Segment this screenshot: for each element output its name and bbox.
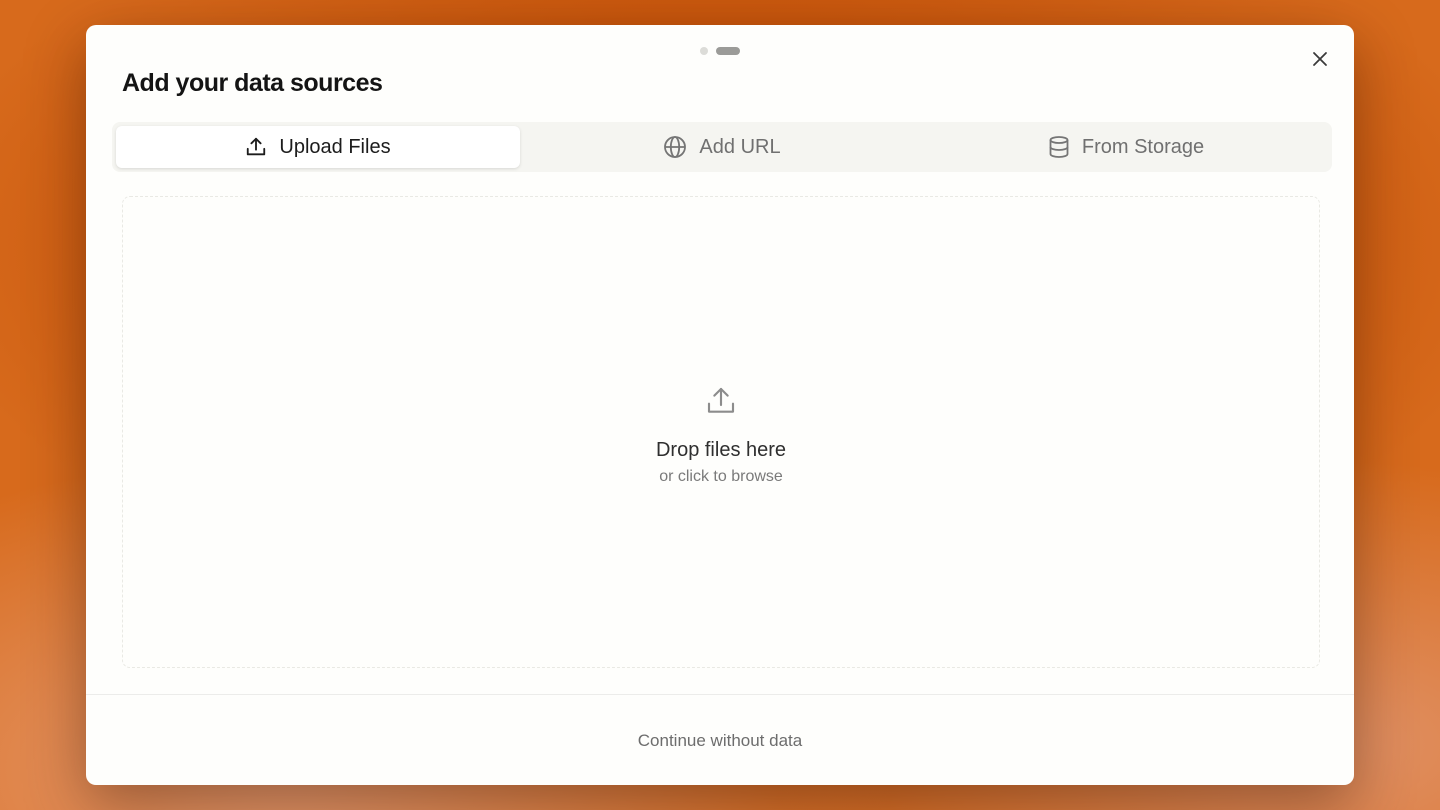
dialog-title: Add your data sources xyxy=(122,69,383,97)
database-icon xyxy=(1049,136,1069,158)
file-dropzone[interactable]: Drop files here or click to browse xyxy=(122,196,1320,668)
tab-from-storage[interactable]: From Storage xyxy=(924,126,1328,168)
step-dot-2 xyxy=(716,47,740,55)
data-sources-dialog: Add your data sources Upload Files Add U… xyxy=(86,25,1354,785)
source-tabs: Upload Files Add URL From Storage xyxy=(112,122,1332,172)
dialog-footer: Continue without data xyxy=(86,694,1354,785)
upload-icon xyxy=(707,387,735,413)
step-dot-1 xyxy=(700,47,708,55)
dropzone-title: Drop files here xyxy=(655,438,787,461)
tab-add-url[interactable]: Add URL xyxy=(520,126,924,168)
tab-label: Add URL xyxy=(699,135,781,158)
close-button[interactable] xyxy=(1308,47,1332,71)
tab-upload-files[interactable]: Upload Files xyxy=(116,126,520,168)
close-icon xyxy=(1313,52,1327,66)
continue-without-data-link[interactable]: Continue without data xyxy=(638,731,802,751)
globe-icon xyxy=(664,136,687,158)
upload-icon xyxy=(247,137,266,156)
dropzone-subtitle: or click to browse xyxy=(659,467,783,485)
step-indicator xyxy=(86,47,1354,55)
tab-label: From Storage xyxy=(1081,135,1205,158)
tab-label: Upload Files xyxy=(279,135,391,158)
